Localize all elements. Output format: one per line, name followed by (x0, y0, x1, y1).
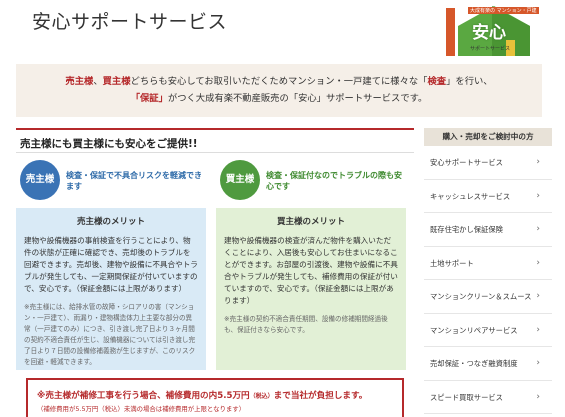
intro-text1: どちらも安心してお取引いただくためマンション・一戸建てに様々な「 (130, 76, 428, 87)
seller-merit-box: 売主様のメリット 建物や設備機器の事前検査を行うことにより、物件の状態が正確に確… (16, 208, 206, 370)
page-title: 安心サポートサービス (32, 11, 228, 33)
anshin-logo: 大成有楽の マンション・戸建 安心 サポートサービス (446, 4, 539, 56)
intro-warranty: 「保証」 (130, 93, 168, 104)
seller-merit-title: 売主様のメリット (76, 217, 145, 227)
warranty-sub-text: （補修費用が5.5万円 (37, 405, 99, 413)
logo-text: 安心 (472, 23, 506, 43)
sidebar-item-clean-smooth[interactable]: マンションクリーン＆スムース › (424, 280, 552, 314)
sidebar-item-cashless[interactable]: キャッシュレスサービス › (424, 180, 552, 213)
intro-banner: 売主様、買主様どちらも安心してお取引いただくためマンション・一戸建てに様々な「検… (16, 64, 542, 117)
sidebar-item-label: マンションクリーン＆スムース (430, 292, 532, 301)
warranty-main-tax: （税込） (249, 393, 274, 400)
warranty-note-main: ※売主様が補修工事を行う場合、補修費用の内5.5万円（税込）まで当社が負担します… (37, 389, 402, 401)
intro-inspection: 検査 (427, 76, 447, 87)
sidebar-heading: 購入・売却をご検討中の方 (424, 128, 552, 146)
sidebar-item-label: キャッシュレスサービス (430, 191, 511, 201)
warranty-note-box: ※売主様が補修工事を行う場合、補修費用の内5.5万円（税込）まで当社が負担します… (26, 378, 404, 417)
intro-sep: 、 (93, 76, 103, 87)
buyer-merit-box: 買主様のメリット 建物や設備機器の検査が済んだ物件を購入いただくことにより、入居… (216, 208, 406, 370)
buyer-role-badge: 買主様 (220, 160, 260, 200)
seller-role-badge: 売主様 (20, 160, 60, 200)
intro-text3: がつく大成有楽不動産販売の「安心」サポートサービスです。 (167, 93, 428, 104)
chevron-right-icon: › (536, 190, 540, 201)
seller-tagline: 検査・保証で不具合リスクを軽減できます (66, 171, 202, 191)
logo-caption-bottom: サポートサービス (470, 46, 511, 52)
sidebar-item-label: 土地サポート (430, 258, 474, 268)
chevron-right-icon: › (536, 324, 540, 335)
sidebar-item-sale-guarantee[interactable]: 売却保証・つなぎ融資制度 › (424, 347, 552, 381)
seller-merit-note: ※売主様には、給排水管の故障・シロアリの害（マンション・一戸建て）、雨漏り・建物… (24, 303, 196, 366)
warranty-sub-tax: （税込） (98, 405, 124, 413)
intro-text2: 」を行い、 (446, 76, 493, 87)
intro-seller: 売主様 (65, 76, 94, 87)
chevron-right-icon: › (536, 391, 540, 402)
buyer-tagline: 検査・保証付なのでトラブルの際も安心です (266, 171, 402, 191)
buyer-merit-note: ※売主様の契約不適合責任期間、設備の修補期間経過後も、保証付きなら安心です。 (224, 315, 388, 334)
chevron-right-icon: › (536, 157, 540, 167)
warranty-main-text: ※売主様が補修工事を行う場合、補修費用の内5.5万円 (37, 391, 250, 401)
chevron-right-icon: › (536, 257, 540, 268)
chevron-right-icon: › (536, 291, 540, 301)
warranty-note-sub: （補修費用が5.5万円（税込）未満の場合は補修費用が上限となります） (37, 404, 402, 413)
chevron-right-icon: › (536, 224, 540, 234)
section-heading: 売主様にも買主様にも安心をご提供!! (16, 128, 414, 153)
sidebar-item-defect-insurance[interactable]: 既存住宅かし保証保険 › (424, 213, 552, 247)
buyer-merit-body: 建物や設備機器の検査が済んだ物件を購入いただくことにより、入居後も安心してお住ま… (224, 236, 398, 305)
warranty-main-end: まで当社が負担します。 (273, 391, 368, 401)
page-header: 安心サポートサービス 大成有楽の マンション・戸建 安心 サポートサービス (0, 0, 565, 58)
sidebar-item-land-support[interactable]: 土地サポート › (424, 247, 552, 280)
sidebar-item-label: 既存住宅かし保証保険 (430, 225, 503, 234)
sidebar-item-label: マンションリペアサービス (430, 325, 518, 335)
buyer-merit-title: 買主様のメリット (276, 217, 345, 227)
chevron-right-icon: › (536, 358, 540, 368)
warranty-sub-end: 未満の場合は補修費用が上限となります） (123, 405, 246, 413)
sidebar-item-repair-service[interactable]: マンションリペアサービス › (424, 314, 552, 347)
sidebar-item-label: スピード買取サービス (430, 392, 503, 402)
sidebar-item-speed-purchase[interactable]: スピード買取サービス › (424, 381, 552, 414)
intro-buyer: 買主様 (102, 76, 131, 87)
sidebar-item-anshin-support[interactable]: 安心サポートサービス › (424, 146, 552, 180)
logo-caption-top: 大成有楽の マンション・戸建 (468, 7, 539, 14)
sidebar-item-label: 安心サポートサービス (430, 158, 503, 167)
sidebar-nav: 購入・売却をご検討中の方 安心サポートサービス › キャッシュレスサービス › … (424, 128, 552, 414)
seller-merit-body: 建物や設備機器の事前検査を行うことにより、物件の状態が正確に確認でき、売却後のト… (24, 236, 198, 293)
sidebar-item-label: 売却保証・つなぎ融資制度 (430, 359, 518, 368)
